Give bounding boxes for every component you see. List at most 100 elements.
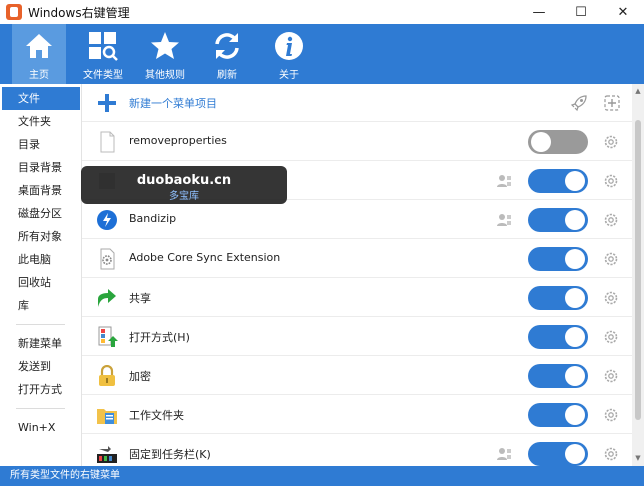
sidebar-divider xyxy=(16,324,65,325)
toggle-knob xyxy=(531,132,551,152)
toolbar-other-rules-button[interactable]: 其他规则 xyxy=(134,24,196,84)
menu-item-list: 新建一个菜单项目 removeproperties Bandizip Adobe… xyxy=(82,84,644,466)
enable-toggle[interactable] xyxy=(528,130,588,154)
sidebar-item-this-pc[interactable]: 此电脑 xyxy=(0,248,81,271)
enable-toggle[interactable] xyxy=(528,325,588,349)
sidebar-item-new-menu[interactable]: 新建菜单 xyxy=(0,332,81,355)
file-types-grid-icon xyxy=(87,30,119,62)
enable-toggle[interactable] xyxy=(528,286,588,310)
sidebar-item-file[interactable]: 文件 xyxy=(2,87,80,110)
scroll-down-icon[interactable]: ▼ xyxy=(634,454,642,462)
gear-icon[interactable] xyxy=(603,329,619,345)
watermark-text: duobaoku.cn xyxy=(136,173,232,188)
toolbar-about-button[interactable]: 关于 xyxy=(258,24,320,84)
sidebar-divider xyxy=(16,408,65,409)
sidebar-item-desktop-background[interactable]: 桌面背景 xyxy=(0,179,81,202)
settings-file-icon xyxy=(96,248,118,270)
list-item[interactable]: 加密 xyxy=(82,357,632,395)
new-menu-item-label: 新建一个菜单项目 xyxy=(129,97,217,110)
toolbar-refresh-button[interactable]: 刷新 xyxy=(196,24,258,84)
sidebar-item-win-x[interactable]: Win+X xyxy=(0,416,81,439)
status-bar: 所有类型文件的右键菜单 xyxy=(0,466,644,486)
rocket-icon[interactable] xyxy=(570,94,588,112)
list-item[interactable]: Adobe Core Sync Extension xyxy=(82,240,632,278)
close-button[interactable]: ✕ xyxy=(602,0,644,24)
list-item-label: Bandizip xyxy=(129,212,177,225)
gear-icon[interactable] xyxy=(603,446,619,462)
bandizip-icon xyxy=(96,209,118,231)
app-logo-icon xyxy=(6,4,22,20)
work-folder-icon xyxy=(96,404,118,426)
list-item[interactable]: 工作文件夹 xyxy=(82,396,632,434)
window-title: Windows右键管理 xyxy=(28,5,130,20)
sidebar-item-send-to[interactable]: 发送到 xyxy=(0,355,81,378)
enable-toggle[interactable] xyxy=(528,403,588,427)
refresh-icon xyxy=(211,30,243,62)
gear-icon[interactable] xyxy=(603,368,619,384)
sidebar-item-recycle-bin[interactable]: 回收站 xyxy=(0,271,81,294)
sidebar-item-drive[interactable]: 磁盘分区 xyxy=(0,202,81,225)
vertical-scrollbar[interactable]: ▲ ▼ xyxy=(632,84,644,466)
toggle-knob xyxy=(565,288,585,308)
sidebar-item-all-objects[interactable]: 所有对象 xyxy=(0,225,81,248)
user-icon xyxy=(496,212,512,228)
list-item[interactable]: removeproperties xyxy=(82,123,632,161)
add-item-icon[interactable] xyxy=(603,94,621,112)
list-item-label: 打开方式(H) xyxy=(129,331,190,344)
toolbar-home-button[interactable]: 主页 xyxy=(12,24,66,84)
toolbar-file-types-label: 文件类型 xyxy=(83,70,123,81)
sidebar-item-library[interactable]: 库 xyxy=(0,294,81,317)
watermark-subtext: 多宝库 xyxy=(169,191,199,202)
window-controls: — ☐ ✕ xyxy=(518,0,644,24)
toggle-knob xyxy=(565,327,585,347)
gear-icon[interactable] xyxy=(603,290,619,306)
share-icon xyxy=(96,287,118,309)
list-item-label: Adobe Core Sync Extension xyxy=(129,251,281,264)
scroll-up-icon[interactable]: ▲ xyxy=(634,87,642,95)
toolbar-file-types-button[interactable]: 文件类型 xyxy=(72,24,134,84)
toggle-knob xyxy=(565,366,585,386)
toolbar-refresh-label: 刷新 xyxy=(217,70,237,81)
user-icon xyxy=(496,446,512,462)
gear-icon[interactable] xyxy=(603,212,619,228)
home-icon xyxy=(23,30,55,62)
toggle-knob xyxy=(565,171,585,191)
list-item[interactable]: Bandizip xyxy=(82,201,632,239)
sidebar-item-open-with[interactable]: 打开方式 xyxy=(0,378,81,401)
enable-toggle[interactable] xyxy=(528,208,588,232)
toggle-knob xyxy=(565,405,585,425)
toolbar-other-rules-label: 其他规则 xyxy=(145,70,185,81)
scroll-thumb[interactable] xyxy=(635,120,641,420)
list-item[interactable]: 打开方式(H) xyxy=(82,318,632,356)
gear-icon[interactable] xyxy=(603,407,619,423)
enable-toggle[interactable] xyxy=(528,169,588,193)
blank-file-icon xyxy=(96,131,118,153)
list-item[interactable]: 固定到任务栏(K) xyxy=(82,435,632,466)
star-icon xyxy=(149,30,181,62)
open-with-icon xyxy=(96,326,118,348)
new-menu-item-row[interactable]: 新建一个菜单项目 xyxy=(82,84,632,122)
watermark-overlay: duobaoku.cn 多宝库 xyxy=(81,166,287,204)
maximize-button[interactable]: ☐ xyxy=(560,0,602,24)
list-item-label: 共享 xyxy=(129,292,151,305)
lock-icon xyxy=(96,364,118,387)
enable-toggle[interactable] xyxy=(528,442,588,466)
list-item-label: 固定到任务栏(K) xyxy=(129,448,211,461)
gear-icon[interactable] xyxy=(603,173,619,189)
sidebar-item-directory-background[interactable]: 目录背景 xyxy=(0,156,81,179)
sidebar: 文件 文件夹 目录 目录背景 桌面背景 磁盘分区 所有对象 此电脑 回收站 库 … xyxy=(0,84,82,466)
title-bar: Windows右键管理 — ☐ ✕ xyxy=(0,0,644,24)
info-icon xyxy=(273,30,305,62)
toolbar-about-label: 关于 xyxy=(279,70,299,81)
plus-icon xyxy=(96,92,118,114)
gear-icon[interactable] xyxy=(603,251,619,267)
sidebar-item-folder[interactable]: 文件夹 xyxy=(0,110,81,133)
enable-toggle[interactable] xyxy=(528,364,588,388)
toolbar-home-label: 主页 xyxy=(29,70,49,81)
sidebar-item-directory[interactable]: 目录 xyxy=(0,133,81,156)
gear-icon[interactable] xyxy=(603,134,619,150)
list-item[interactable]: 共享 xyxy=(82,279,632,317)
minimize-button[interactable]: — xyxy=(518,0,560,24)
enable-toggle[interactable] xyxy=(528,247,588,271)
list-item-label: removeproperties xyxy=(129,134,227,147)
